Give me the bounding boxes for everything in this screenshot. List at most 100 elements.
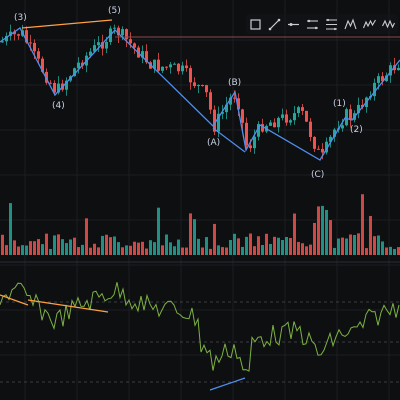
candle-body xyxy=(185,65,188,69)
candle-body xyxy=(113,27,116,29)
volume-bar xyxy=(277,237,280,255)
volume-bar xyxy=(77,247,80,255)
volume-bar xyxy=(65,243,68,255)
volume-bar xyxy=(313,222,316,255)
volume-bar xyxy=(157,207,160,255)
volume-bar xyxy=(117,242,120,255)
candle-body xyxy=(201,85,204,87)
volume-bar xyxy=(17,246,20,255)
candle-body xyxy=(301,107,304,111)
horizontal-ray-icon[interactable] xyxy=(284,14,303,34)
trend-line-icon[interactable] xyxy=(265,14,284,34)
wave-label-5: (5) xyxy=(108,6,121,16)
candle-body xyxy=(197,85,200,87)
candle-body xyxy=(165,66,168,68)
volume-bar xyxy=(145,248,148,255)
candle-body xyxy=(293,113,296,121)
volume-bar xyxy=(197,238,200,255)
candle-body xyxy=(345,109,348,126)
volume-bar xyxy=(125,245,128,255)
wave-label-a: (A) xyxy=(207,138,220,148)
candle-body xyxy=(269,122,272,126)
volume-bar xyxy=(361,194,364,255)
volume-bar xyxy=(45,233,48,255)
volume-bar xyxy=(9,203,12,255)
candle-body xyxy=(321,148,324,153)
volume-bar xyxy=(53,235,56,255)
candle-body xyxy=(97,42,100,46)
volume-bar xyxy=(25,245,28,255)
candle-body xyxy=(193,82,196,87)
candle-body xyxy=(37,51,40,59)
volume-bar xyxy=(225,247,228,255)
candle-body xyxy=(29,42,32,44)
candle-body xyxy=(157,59,160,71)
volume-bar xyxy=(89,247,92,255)
candle-body xyxy=(133,43,136,48)
volume-bar xyxy=(249,233,252,255)
fib-retracement-icon[interactable] xyxy=(322,14,341,34)
volume-bar xyxy=(341,237,344,255)
elliott-wave-icon[interactable] xyxy=(360,14,379,34)
volume-bar xyxy=(289,238,292,255)
volume-bar xyxy=(349,234,352,255)
volume-bar xyxy=(213,223,216,255)
wave-label-b: (B) xyxy=(228,78,241,88)
volume-bar xyxy=(97,247,100,255)
volume-bar xyxy=(81,244,84,255)
candle-body xyxy=(309,121,312,137)
candle-body xyxy=(189,68,192,83)
volume-bar xyxy=(369,215,372,255)
candle-body xyxy=(241,109,244,123)
volume-bar xyxy=(221,247,224,255)
candle-body xyxy=(317,148,320,150)
volume-bar xyxy=(185,247,188,255)
volume-bar xyxy=(245,236,248,255)
volume-bar xyxy=(201,247,204,255)
candle-body xyxy=(277,117,280,128)
volume-bar xyxy=(357,233,360,255)
volume-bar xyxy=(193,219,196,255)
volume-bar xyxy=(365,248,368,255)
volume-bar xyxy=(93,243,96,255)
volume-bar xyxy=(181,247,184,255)
volume-bar xyxy=(57,234,60,255)
candle-body xyxy=(305,110,308,122)
volume-bar xyxy=(241,246,244,255)
candle-body xyxy=(177,63,180,72)
candle-body xyxy=(129,39,132,44)
candle-body xyxy=(33,42,36,52)
parallel-channel-icon[interactable] xyxy=(303,14,322,34)
volume-bar xyxy=(321,205,324,255)
volume-bar xyxy=(257,236,260,255)
volume-bar xyxy=(113,236,116,255)
volume-bar xyxy=(129,245,132,255)
drawing-toolbar xyxy=(246,14,398,34)
volume-bar xyxy=(149,240,152,255)
pitchfork-icon[interactable] xyxy=(341,14,360,34)
candle-body xyxy=(169,64,172,68)
volume-bar xyxy=(353,235,356,255)
volume-bar xyxy=(101,235,104,255)
volume-bar xyxy=(233,233,236,255)
volume-bar xyxy=(13,240,16,255)
candle-body xyxy=(285,114,288,123)
candle-body xyxy=(181,65,184,72)
volume-bar xyxy=(29,241,32,255)
candle-body xyxy=(209,92,212,110)
volume-bar xyxy=(385,247,388,255)
volume-bar xyxy=(69,239,72,255)
pattern-icon[interactable] xyxy=(379,14,398,34)
candle-body xyxy=(17,34,20,36)
wave-label-2: (2) xyxy=(350,125,363,135)
volume-bar xyxy=(41,244,44,255)
volume-bar xyxy=(165,234,168,255)
candle-body xyxy=(173,63,176,65)
volume-bar xyxy=(329,220,332,255)
window-icon[interactable] xyxy=(246,14,265,34)
volume-bar xyxy=(61,239,64,255)
candle-body xyxy=(161,66,164,71)
trading-chart[interactable]: (3) (4) (5) (A) (B) (C) (1) (2) xyxy=(0,0,400,400)
volume-bar xyxy=(293,213,296,255)
candle-body xyxy=(341,125,344,129)
